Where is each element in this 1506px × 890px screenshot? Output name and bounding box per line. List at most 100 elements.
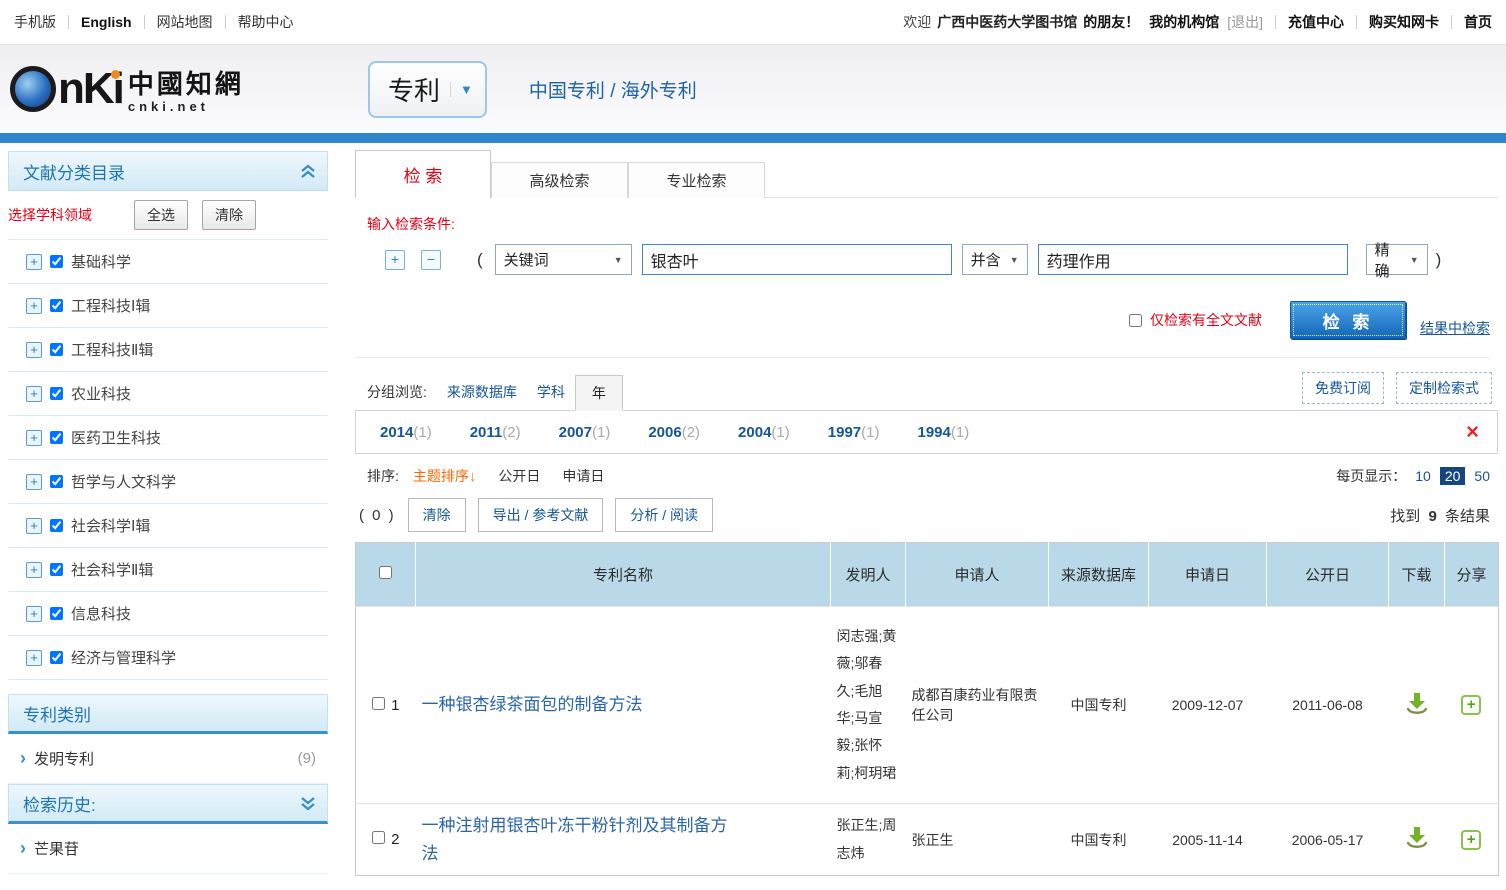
tab-advanced-search[interactable]: 高级检索 xyxy=(491,162,628,198)
product-dropdown[interactable]: 专利 ▼ xyxy=(368,61,487,118)
category-checkbox[interactable] xyxy=(50,431,63,444)
year-filter[interactable]: 2004(1) xyxy=(738,424,790,441)
year-filter[interactable]: 1997(1) xyxy=(828,424,880,441)
expand-plus-icon[interactable]: + xyxy=(26,562,42,578)
expand-plus-icon[interactable]: + xyxy=(26,650,42,666)
keyword1-input[interactable] xyxy=(642,244,952,275)
category-item[interactable]: + 基础科学 xyxy=(8,240,328,284)
group-link-subject[interactable]: 学科 xyxy=(527,382,575,410)
custom-search-button[interactable]: 定制检索式 xyxy=(1396,372,1492,404)
page-size-20[interactable]: 20 xyxy=(1440,467,1466,485)
link-overseas-patent[interactable]: 海外专利 xyxy=(621,81,697,102)
divider xyxy=(1451,15,1452,29)
link-recharge-center[interactable]: 充值中心 xyxy=(1288,12,1344,32)
category-checkbox[interactable] xyxy=(50,299,63,312)
expand-plus-icon[interactable]: + xyxy=(26,386,42,402)
select-all-rows-checkbox[interactable] xyxy=(379,566,392,579)
fulltext-only-checkbox[interactable] xyxy=(1129,314,1142,327)
page-size-50[interactable]: 50 xyxy=(1474,468,1490,484)
cnki-logo[interactable]: nKi 中國知網 cnki.net xyxy=(10,64,340,114)
expand-plus-icon[interactable]: + xyxy=(26,254,42,270)
category-checkbox[interactable] xyxy=(50,387,63,400)
category-item[interactable]: + 哲学与人文科学 xyxy=(8,460,328,504)
sort-by-apply-date[interactable]: 申请日 xyxy=(562,466,604,486)
expand-plus-icon[interactable]: + xyxy=(26,518,42,534)
year-filter[interactable]: 2006(2) xyxy=(648,424,700,441)
group-tab-year[interactable]: 年 xyxy=(575,375,623,411)
category-item[interactable]: + 社会科学Ⅰ辑 xyxy=(8,504,328,548)
link-logout[interactable]: [退出] xyxy=(1227,12,1263,32)
select-all-button[interactable]: 全选 xyxy=(134,200,188,230)
year-filter[interactable]: 2011(2) xyxy=(470,424,521,441)
link-english[interactable]: English xyxy=(81,14,132,30)
category-checkbox[interactable] xyxy=(50,651,63,664)
expand-plus-icon[interactable]: + xyxy=(26,298,42,314)
search-in-results-link[interactable]: 结果中检索 xyxy=(1420,318,1490,338)
col-apply-date: 申请日 xyxy=(1149,543,1267,607)
row-checkbox[interactable] xyxy=(372,831,385,844)
close-filter-icon[interactable]: × xyxy=(1466,422,1479,442)
category-checkbox[interactable] xyxy=(50,519,63,532)
category-item[interactable]: + 农业科技 xyxy=(8,372,328,416)
category-item[interactable]: + 工程科技Ⅰ辑 xyxy=(8,284,328,328)
category-item[interactable]: + 信息科技 xyxy=(8,592,328,636)
history-item-label: 芒果苷 xyxy=(34,838,79,859)
share-add-icon[interactable]: + xyxy=(1461,695,1481,715)
category-checkbox[interactable] xyxy=(50,475,63,488)
row-checkbox[interactable] xyxy=(372,697,385,710)
link-china-patent[interactable]: 中国专利 xyxy=(529,81,605,102)
download-icon[interactable] xyxy=(1405,826,1429,850)
patent-type-item[interactable]: › 发明专利 (9) xyxy=(8,734,328,784)
field-select[interactable]: 关键词 ▼ xyxy=(495,244,632,275)
analyze-read-button[interactable]: 分析 / 阅读 xyxy=(615,498,713,532)
link-buy-cnki-card[interactable]: 购买知网卡 xyxy=(1369,12,1439,32)
history-item[interactable]: › 芒果苷 xyxy=(8,824,328,874)
group-link-database[interactable]: 来源数据库 xyxy=(437,382,527,410)
free-subscribe-button[interactable]: 免费订阅 xyxy=(1302,372,1384,404)
year-filter[interactable]: 2014(1) xyxy=(380,424,432,441)
year-filter[interactable]: 1994(1) xyxy=(917,424,969,441)
link-home[interactable]: 首页 xyxy=(1464,12,1492,32)
patent-type-count: (9) xyxy=(298,750,316,767)
patent-title-link[interactable]: 一种银杏绿茶面包的制备方法 xyxy=(422,691,643,718)
category-item[interactable]: + 社会科学Ⅱ辑 xyxy=(8,548,328,592)
clear-selected-button[interactable]: 清除 xyxy=(408,498,466,532)
category-item[interactable]: + 工程科技Ⅱ辑 xyxy=(8,328,328,372)
remove-condition-button[interactable]: − xyxy=(421,250,441,270)
tab-search[interactable]: 检 索 xyxy=(355,150,491,198)
category-checkbox[interactable] xyxy=(50,255,63,268)
category-item[interactable]: + 经济与管理科学 xyxy=(8,636,328,680)
keyword2-input[interactable] xyxy=(1038,244,1348,275)
search-button[interactable]: 检 索 xyxy=(1290,301,1406,339)
page-size-10[interactable]: 10 xyxy=(1415,468,1431,484)
link-mobile-version[interactable]: 手机版 xyxy=(14,12,56,32)
link-my-library[interactable]: 我的机构馆 xyxy=(1149,12,1219,32)
operator-select[interactable]: 并含 ▼ xyxy=(962,244,1028,275)
expand-plus-icon[interactable]: + xyxy=(26,342,42,358)
clear-selection-button[interactable]: 清除 xyxy=(202,200,256,230)
sort-by-topic[interactable]: 主题排序 xyxy=(413,466,469,486)
expand-plus-icon[interactable]: + xyxy=(26,430,42,446)
expand-plus-icon[interactable]: + xyxy=(26,606,42,622)
expand-plus-icon[interactable]: + xyxy=(26,474,42,490)
category-checkbox[interactable] xyxy=(50,607,63,620)
patent-title-link[interactable]: 一种注射用银杏叶冻干粉针剂及其制备方法 xyxy=(422,812,732,866)
match-select[interactable]: 精确 ▼ xyxy=(1366,244,1428,275)
link-help-center[interactable]: 帮助中心 xyxy=(238,12,294,32)
collapse-up-icon[interactable] xyxy=(299,163,317,179)
add-condition-button[interactable]: + xyxy=(385,250,405,270)
year-filter[interactable]: 2007(1) xyxy=(559,424,611,441)
category-checkbox[interactable] xyxy=(50,343,63,356)
tab-professional-search[interactable]: 专业检索 xyxy=(628,162,765,198)
export-references-button[interactable]: 导出 / 参考文献 xyxy=(478,498,604,532)
paren-open: ( xyxy=(477,250,483,270)
sort-by-publish-date[interactable]: 公开日 xyxy=(498,466,540,486)
database-cell: 中国专利 xyxy=(1049,607,1149,804)
category-checkbox[interactable] xyxy=(50,563,63,576)
category-item[interactable]: + 医药卫生科技 xyxy=(8,416,328,460)
page-size-label: 每页显示： xyxy=(1336,466,1406,486)
link-sitemap[interactable]: 网站地图 xyxy=(157,12,213,32)
expand-down-icon[interactable] xyxy=(299,795,317,811)
download-icon[interactable] xyxy=(1405,692,1429,716)
share-add-icon[interactable]: + xyxy=(1461,830,1481,850)
